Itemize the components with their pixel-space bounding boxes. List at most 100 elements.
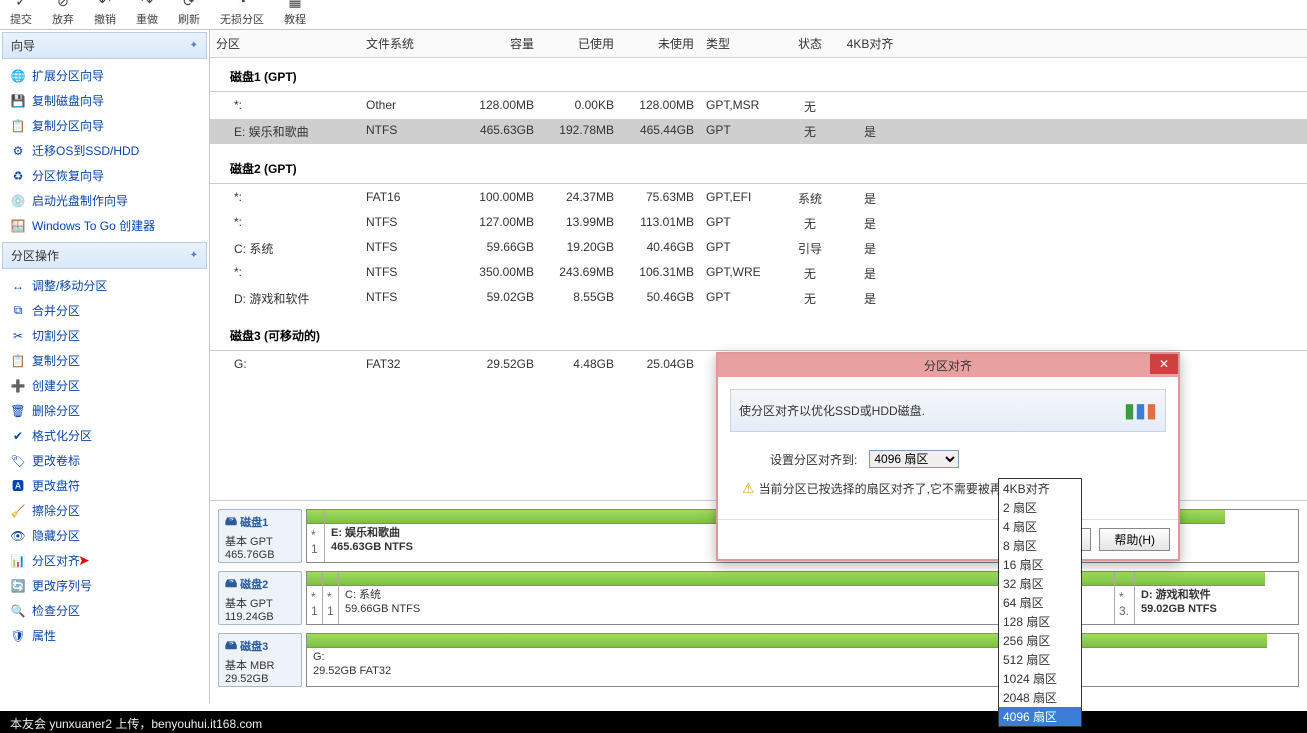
toolbar: ✓提交 ⊘放弃 ↶撤销 ↷重做 ⟳刷新 ◔无损分区 ▦教程 xyxy=(0,0,1307,30)
format-partition[interactable]: ✔格式化分区 xyxy=(0,423,209,448)
align-partition-icon: 📊 xyxy=(10,553,26,569)
discard-button[interactable]: ⊘放弃 xyxy=(52,0,74,27)
lossless-button-icon: ◔ xyxy=(232,0,252,11)
ops-title: 分区操作 xyxy=(11,247,59,264)
partition-recovery-wizard[interactable]: ♻分区恢复向导 xyxy=(0,163,209,188)
align-partition[interactable]: 📊分区对齐➤ xyxy=(0,548,209,573)
dialog-title: 分区对齐 xyxy=(924,357,972,374)
delete-partition[interactable]: 🗑删除分区 xyxy=(0,398,209,423)
col-4k[interactable]: 4KB对齐 xyxy=(840,33,900,54)
dropdown-option[interactable]: 1024 扇区 xyxy=(999,669,1081,688)
lossless-button[interactable]: ◔无损分区 xyxy=(220,0,264,27)
boot-disc-wizard[interactable]: 💿启动光盘制作向导 xyxy=(0,188,209,213)
copy-disk-wizard-icon: 💾 xyxy=(10,93,26,109)
wipe-partition-icon: 🧹 xyxy=(10,503,26,519)
col-filesystem[interactable]: 文件系统 xyxy=(360,33,450,54)
windows-to-go-creator[interactable]: 🪟Windows To Go 创建器 xyxy=(0,213,209,238)
dropdown-option[interactable]: 4096 扇区 xyxy=(999,707,1081,726)
align-dropdown[interactable]: 4KB对齐2 扇区4 扇区8 扇区16 扇区32 扇区64 扇区128 扇区25… xyxy=(998,478,1082,727)
dropdown-option[interactable]: 8 扇区 xyxy=(999,536,1081,555)
disk-box[interactable]: 磁盘2基本 GPT119.24GB xyxy=(218,571,302,625)
dropdown-option[interactable]: 32 扇区 xyxy=(999,574,1081,593)
dropdown-option[interactable]: 128 扇区 xyxy=(999,612,1081,631)
disk-group-title: 磁盘2 (GPT) xyxy=(210,156,1307,181)
nav-label: 复制分区 xyxy=(32,352,80,369)
col-unused[interactable]: 未使用 xyxy=(620,33,700,54)
hide-partition[interactable]: 👁隐藏分区 xyxy=(0,523,209,548)
col-used[interactable]: 已使用 xyxy=(540,33,620,54)
partition-segment[interactable]: G:29.52GB FAT32 xyxy=(307,634,1267,686)
properties[interactable]: 🛡属性 xyxy=(0,623,209,648)
resize-move-partition[interactable]: ↔调整/移动分区 xyxy=(0,273,209,298)
disk-group-title: 磁盘3 (可移动的) xyxy=(210,323,1307,348)
ops-section-header[interactable]: 分区操作 ✦ xyxy=(2,242,207,269)
table-row[interactable]: *:Other128.00MB0.00KB128.00MBGPT,MSR无 xyxy=(210,94,1307,119)
disk-visual-row[interactable]: 磁盘3基本 MBR29.52GBG:29.52GB FAT32 xyxy=(218,633,1299,687)
partition-segment[interactable]: *1 xyxy=(323,572,339,624)
copy-partition-wizard[interactable]: 📋复制分区向导 xyxy=(0,113,209,138)
table-row[interactable]: *:FAT16100.00MB24.37MB75.63MBGPT,EFI系统是 xyxy=(210,186,1307,211)
merge-partition-icon: ⧉ xyxy=(10,303,26,319)
dropdown-option[interactable]: 4KB对齐 xyxy=(999,479,1081,498)
table-row[interactable]: D: 游戏和软件NTFS59.02GB8.55GB50.46GBGPT无是 xyxy=(210,286,1307,311)
align-select[interactable]: 4096 扇区 xyxy=(869,450,959,468)
redo-button[interactable]: ↷重做 xyxy=(136,0,158,27)
tutorial-button[interactable]: ▦教程 xyxy=(284,0,306,27)
disk-visual-row[interactable]: 磁盘2基本 GPT119.24GB*1*1C: 系统59.66GB NTFS*1… xyxy=(218,571,1299,625)
partition-segment[interactable]: *1 xyxy=(307,510,325,562)
table-row[interactable]: E: 娱乐和歌曲NTFS465.63GB192.78MB465.44GBGPT无… xyxy=(210,119,1307,144)
warning-icon: ⚠ xyxy=(742,480,755,497)
commit-button[interactable]: ✓提交 xyxy=(10,0,32,27)
partition-segment[interactable]: *3. xyxy=(1115,572,1135,624)
commit-button-icon: ✓ xyxy=(11,0,31,11)
nav-label: 属性 xyxy=(32,627,56,644)
table-row[interactable]: *:NTFS127.00MB13.99MB113.01MBGPT无是 xyxy=(210,211,1307,236)
close-icon[interactable]: ✕ xyxy=(1150,354,1178,374)
col-status[interactable]: 状态 xyxy=(780,33,840,54)
split-partition[interactable]: ✂切割分区 xyxy=(0,323,209,348)
refresh-button[interactable]: ⟳刷新 xyxy=(178,0,200,27)
disk-box[interactable]: 磁盘3基本 MBR29.52GB xyxy=(218,633,302,687)
copy-disk-wizard[interactable]: 💾复制磁盘向导 xyxy=(0,88,209,113)
create-partition[interactable]: ➕创建分区 xyxy=(0,373,209,398)
merge-partition[interactable]: ⧉合并分区 xyxy=(0,298,209,323)
hide-partition-icon: 👁 xyxy=(10,528,26,544)
dropdown-option[interactable]: 2048 扇区 xyxy=(999,688,1081,707)
toolbar-label: 放弃 xyxy=(52,11,74,27)
dropdown-option[interactable]: 256 扇区 xyxy=(999,631,1081,650)
nav-label: 分区恢复向导 xyxy=(32,167,104,184)
partition-segment[interactable]: *1 xyxy=(307,572,323,624)
table-row[interactable]: C: 系统NTFS59.66GB19.20GB40.46GBGPT引导是 xyxy=(210,236,1307,261)
col-partition[interactable]: 分区 xyxy=(210,33,360,54)
disk-box[interactable]: 磁盘1基本 GPT465.76GB xyxy=(218,509,302,563)
col-type[interactable]: 类型 xyxy=(700,33,780,54)
discard-button-icon: ⊘ xyxy=(53,0,73,11)
help-button[interactable]: 帮助(H) xyxy=(1099,528,1170,551)
dropdown-option[interactable]: 64 扇区 xyxy=(999,593,1081,612)
extend-partition-wizard-icon: 🌐 xyxy=(10,68,26,84)
check-partition[interactable]: 🔍检查分区 xyxy=(0,598,209,623)
undo-button[interactable]: ↶撤销 xyxy=(94,0,116,27)
wizard-section-header[interactable]: 向导 ✦ xyxy=(2,32,207,59)
change-serial[interactable]: 🔄更改序列号 xyxy=(0,573,209,598)
nav-label: Windows To Go 创建器 xyxy=(32,217,155,234)
dialog-titlebar[interactable]: 分区对齐 ✕ xyxy=(718,354,1178,377)
dropdown-option[interactable]: 2 扇区 xyxy=(999,498,1081,517)
left-panel: 向导 ✦ 🌐扩展分区向导💾复制磁盘向导📋复制分区向导⚙迁移OS到SSD/HDD♻… xyxy=(0,30,210,703)
change-label[interactable]: 🏷更改卷标 xyxy=(0,448,209,473)
dropdown-option[interactable]: 16 扇区 xyxy=(999,555,1081,574)
migrate-os-wizard[interactable]: ⚙迁移OS到SSD/HDD xyxy=(0,138,209,163)
wipe-partition[interactable]: 🧹擦除分区 xyxy=(0,498,209,523)
change-letter[interactable]: 🅰更改盘符 xyxy=(0,473,209,498)
partition-segment[interactable]: C: 系统59.66GB NTFS xyxy=(339,572,1059,624)
table-row[interactable]: *:NTFS350.00MB243.69MB106.31MBGPT,WRE无是 xyxy=(210,261,1307,286)
partition-segment[interactable]: D: 游戏和软件59.02GB NTFS xyxy=(1135,572,1265,624)
copy-partition[interactable]: 📋复制分区 xyxy=(0,348,209,373)
change-label-icon: 🏷 xyxy=(10,453,26,469)
toolbar-label: 无损分区 xyxy=(220,11,264,27)
nav-label: 删除分区 xyxy=(32,402,80,419)
extend-partition-wizard[interactable]: 🌐扩展分区向导 xyxy=(0,63,209,88)
dropdown-option[interactable]: 512 扇区 xyxy=(999,650,1081,669)
col-capacity[interactable]: 容量 xyxy=(450,33,540,54)
dropdown-option[interactable]: 4 扇区 xyxy=(999,517,1081,536)
